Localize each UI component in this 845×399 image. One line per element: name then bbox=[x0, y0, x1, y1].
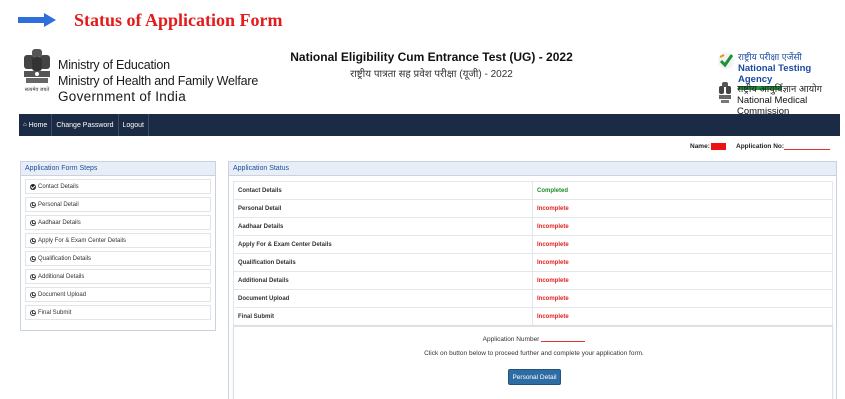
status-row-label: Contact Details bbox=[233, 181, 533, 200]
nmc-block: राष्ट्रीय आयुर्विज्ञान आयोग National Med… bbox=[737, 82, 845, 117]
table-row: Qualification Details Incomplete bbox=[233, 253, 833, 272]
step-document-upload[interactable]: Document Upload bbox=[25, 287, 211, 302]
top-navbar: ⌂ Home Change Password Logout bbox=[19, 114, 840, 136]
nav-logout[interactable]: Logout bbox=[119, 114, 149, 136]
status-table: Contact Details Completed Personal Detail… bbox=[233, 181, 833, 326]
name-redaction bbox=[711, 143, 726, 150]
clock-icon bbox=[30, 273, 36, 280]
status-row-label: Personal Detail bbox=[233, 199, 533, 218]
table-row: Apply For & Exam Center Details Incomplet… bbox=[233, 235, 833, 254]
application-no-value bbox=[784, 149, 830, 150]
ministry-line: Government of India bbox=[58, 89, 187, 104]
status-row-label: Aadhaar Details bbox=[233, 217, 533, 236]
application-no-label: Application No: bbox=[736, 143, 785, 150]
status-row-value: Incomplete bbox=[532, 307, 833, 326]
home-icon: ⌂ bbox=[23, 122, 27, 128]
check-circle-icon bbox=[30, 183, 36, 190]
step-label: Personal Detail bbox=[38, 201, 79, 208]
status-row-label: Document Upload bbox=[233, 289, 533, 308]
nav-change-password[interactable]: Change Password bbox=[52, 114, 119, 136]
step-final-submit[interactable]: Final Submit bbox=[25, 305, 211, 320]
table-row: Document Upload Incomplete bbox=[233, 289, 833, 308]
step-label: Document Upload bbox=[38, 291, 87, 298]
application-status-panel: Application Status Contact Details Comple… bbox=[228, 161, 837, 399]
proceed-instruction: Click on button below to proceed further… bbox=[424, 350, 644, 357]
status-row-label: Final Submit bbox=[233, 307, 533, 326]
step-exam-center-details[interactable]: Apply For & Exam Center Details bbox=[25, 233, 211, 248]
step-contact-details[interactable]: Contact Details bbox=[25, 179, 211, 194]
status-row-value: Incomplete bbox=[532, 217, 833, 236]
status-row-value: Completed bbox=[532, 181, 833, 200]
right-arrow-icon bbox=[18, 13, 56, 27]
name-label: Name: bbox=[690, 143, 710, 150]
status-row-value: Incomplete bbox=[532, 199, 833, 218]
caption-title: Status of Application Form bbox=[74, 9, 283, 30]
step-label: Additional Details bbox=[38, 273, 85, 280]
page-caption: Status of Application Form bbox=[18, 8, 283, 32]
personal-detail-button[interactable]: Personal Detail bbox=[508, 369, 561, 385]
table-row: Aadhaar Details Incomplete bbox=[233, 217, 833, 236]
application-number-row: Application Number bbox=[234, 336, 834, 343]
status-row-value: Incomplete bbox=[532, 235, 833, 254]
nmc-emblem-icon bbox=[719, 82, 731, 103]
clock-icon bbox=[30, 237, 36, 244]
proceed-info-box: Application Number Click on button below… bbox=[233, 326, 833, 399]
step-aadhaar-details[interactable]: Aadhaar Details bbox=[25, 215, 211, 230]
clock-icon bbox=[30, 219, 36, 226]
clock-icon bbox=[30, 291, 36, 298]
status-row-value: Incomplete bbox=[532, 289, 833, 308]
nav-home[interactable]: ⌂ Home bbox=[19, 114, 53, 136]
status-panel-title: Application Status bbox=[229, 162, 836, 176]
table-row: Contact Details Completed bbox=[233, 181, 833, 200]
table-row: Personal Detail Incomplete bbox=[233, 199, 833, 218]
clock-icon bbox=[30, 255, 36, 262]
status-row-value: Incomplete bbox=[532, 253, 833, 272]
table-row: Additional Details Incomplete bbox=[233, 271, 833, 290]
status-row-label: Apply For & Exam Center Details bbox=[233, 235, 533, 254]
step-label: Apply For & Exam Center Details bbox=[38, 237, 127, 244]
nta-hindi: राष्ट्रीय परीक्षा एजेंसी bbox=[738, 52, 802, 62]
step-label: Final Submit bbox=[38, 309, 72, 316]
step-personal-detail[interactable]: Personal Detail bbox=[25, 197, 211, 212]
step-label: Qualification Details bbox=[38, 255, 92, 262]
step-label: Contact Details bbox=[38, 183, 79, 190]
step-label: Aadhaar Details bbox=[38, 219, 81, 226]
step-additional-details[interactable]: Additional Details bbox=[25, 269, 211, 284]
step-qualification-details[interactable]: Qualification Details bbox=[25, 251, 211, 266]
clock-icon bbox=[30, 201, 36, 208]
status-row-label: Qualification Details bbox=[233, 253, 533, 272]
application-steps-panel: Application Form Steps Contact Details P… bbox=[20, 161, 216, 331]
nav-home-label: Home bbox=[28, 121, 48, 129]
application-number-label: Application Number bbox=[482, 336, 540, 343]
clock-icon bbox=[30, 309, 36, 316]
steps-panel-title: Application Form Steps bbox=[21, 162, 215, 176]
table-row: Final Submit Incomplete bbox=[233, 307, 833, 326]
emblem-motto: सत्यमेव जयते bbox=[25, 86, 50, 93]
user-info-bar: Name: Application No: bbox=[0, 143, 845, 153]
nmc-hindi: राष्ट्रीय आयुर्विज्ञान आयोग bbox=[737, 84, 822, 95]
nta-logo-icon bbox=[718, 53, 734, 69]
status-row-value: Incomplete bbox=[532, 271, 833, 290]
application-number-value bbox=[541, 341, 586, 342]
status-row-label: Additional Details bbox=[233, 271, 533, 290]
